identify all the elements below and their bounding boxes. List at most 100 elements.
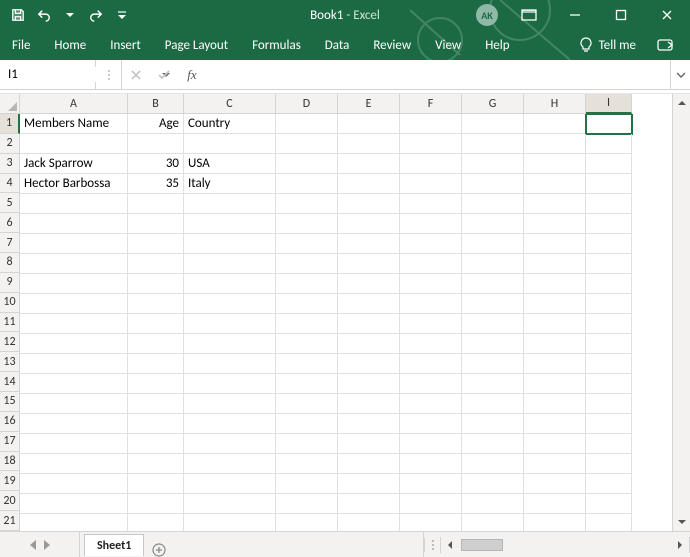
cell-E17[interactable] (338, 434, 400, 454)
cell-G14[interactable] (462, 374, 524, 394)
save-button[interactable] (6, 3, 30, 27)
cell-H1[interactable] (524, 114, 586, 134)
tab-home[interactable]: Home (42, 30, 98, 60)
cell-C14[interactable] (184, 374, 276, 394)
cell-B2[interactable] (128, 134, 184, 154)
row-header-3[interactable]: 3 (0, 154, 20, 174)
cell-D8[interactable] (276, 254, 338, 274)
cell-D2[interactable] (276, 134, 338, 154)
cell-C11[interactable] (184, 314, 276, 334)
row-header-13[interactable]: 13 (0, 352, 20, 372)
ribbon-display-options-button[interactable] (506, 0, 552, 30)
cell-H8[interactable] (524, 254, 586, 274)
row-header-2[interactable]: 2 (0, 134, 20, 154)
cell-E12[interactable] (338, 334, 400, 354)
cell-G9[interactable] (462, 274, 524, 294)
cell-C19[interactable] (184, 474, 276, 494)
cell-E19[interactable] (338, 474, 400, 494)
row-header-19[interactable]: 19 (0, 471, 20, 491)
scroll-right-button[interactable] (671, 537, 689, 553)
cell-D19[interactable] (276, 474, 338, 494)
cell-D12[interactable] (276, 334, 338, 354)
cell-F6[interactable] (400, 214, 462, 234)
maximize-button[interactable] (598, 0, 644, 30)
cell-G5[interactable] (462, 194, 524, 214)
cell-A15[interactable] (20, 394, 128, 414)
cell-D5[interactable] (276, 194, 338, 214)
cell-B18[interactable] (128, 454, 184, 474)
undo-button[interactable] (32, 3, 56, 27)
cell-E16[interactable] (338, 414, 400, 434)
cell-E20[interactable] (338, 494, 400, 514)
cell-B4[interactable]: 35 (128, 174, 184, 194)
cell-E11[interactable] (338, 314, 400, 334)
enter-formula-button[interactable] (150, 60, 178, 89)
cell-G6[interactable] (462, 214, 524, 234)
cell-G18[interactable] (462, 454, 524, 474)
row-header-16[interactable]: 16 (0, 412, 20, 432)
row-header-12[interactable]: 12 (0, 332, 20, 352)
col-header-B[interactable]: B (128, 94, 184, 114)
cell-F2[interactable] (400, 134, 462, 154)
tab-file[interactable]: File (0, 30, 42, 60)
cell-I9[interactable] (586, 274, 632, 294)
cell-G17[interactable] (462, 434, 524, 454)
vscroll-track[interactable] (673, 112, 690, 513)
cell-A4[interactable]: Hector Barbossa (20, 174, 128, 194)
cell-E7[interactable] (338, 234, 400, 254)
cell-F14[interactable] (400, 374, 462, 394)
col-header-F[interactable]: F (400, 94, 462, 114)
cell-I13[interactable] (586, 354, 632, 374)
tab-help[interactable]: Help (473, 30, 521, 60)
cell-D7[interactable] (276, 234, 338, 254)
cell-A8[interactable] (20, 254, 128, 274)
cell-I7[interactable] (586, 234, 632, 254)
cell-A16[interactable] (20, 414, 128, 434)
cell-F21[interactable] (400, 514, 462, 531)
cell-F3[interactable] (400, 154, 462, 174)
tab-page-layout[interactable]: Page Layout (153, 30, 240, 60)
cell-B10[interactable] (128, 294, 184, 314)
vertical-scrollbar[interactable] (672, 94, 690, 531)
cell-F4[interactable] (400, 174, 462, 194)
tab-insert[interactable]: Insert (98, 30, 153, 60)
share-button[interactable] (648, 30, 684, 60)
cell-A17[interactable] (20, 434, 128, 454)
cell-H14[interactable] (524, 374, 586, 394)
tell-me-search[interactable]: Tell me (573, 30, 642, 60)
row-header-11[interactable]: 11 (0, 313, 20, 333)
cell-F16[interactable] (400, 414, 462, 434)
cell-D21[interactable] (276, 514, 338, 531)
cell-C20[interactable] (184, 494, 276, 514)
row-header-21[interactable]: 21 (0, 511, 20, 531)
cell-F10[interactable] (400, 294, 462, 314)
cell-C5[interactable] (184, 194, 276, 214)
cell-I14[interactable] (586, 374, 632, 394)
cell-G13[interactable] (462, 354, 524, 374)
cell-H9[interactable] (524, 274, 586, 294)
cell-C17[interactable] (184, 434, 276, 454)
cell-A14[interactable] (20, 374, 128, 394)
cell-I10[interactable] (586, 294, 632, 314)
cell-C2[interactable] (184, 134, 276, 154)
cell-D1[interactable] (276, 114, 338, 134)
row-header-1[interactable]: 1 (0, 114, 20, 134)
cell-G21[interactable] (462, 514, 524, 531)
cell-A13[interactable] (20, 354, 128, 374)
hscroll-thumb[interactable] (461, 539, 503, 551)
cell-H12[interactable] (524, 334, 586, 354)
select-all-button[interactable] (0, 94, 20, 114)
cell-A9[interactable] (20, 274, 128, 294)
cell-H3[interactable] (524, 154, 586, 174)
cell-C3[interactable]: USA (184, 154, 276, 174)
row-header-5[interactable]: 5 (0, 193, 20, 213)
qat-customize-icon[interactable] (110, 3, 134, 27)
cell-I5[interactable] (586, 194, 632, 214)
cell-F19[interactable] (400, 474, 462, 494)
cell-I8[interactable] (586, 254, 632, 274)
cell-D15[interactable] (276, 394, 338, 414)
cell-G7[interactable] (462, 234, 524, 254)
cell-F9[interactable] (400, 274, 462, 294)
cell-D6[interactable] (276, 214, 338, 234)
col-header-A[interactable]: A (20, 94, 128, 114)
